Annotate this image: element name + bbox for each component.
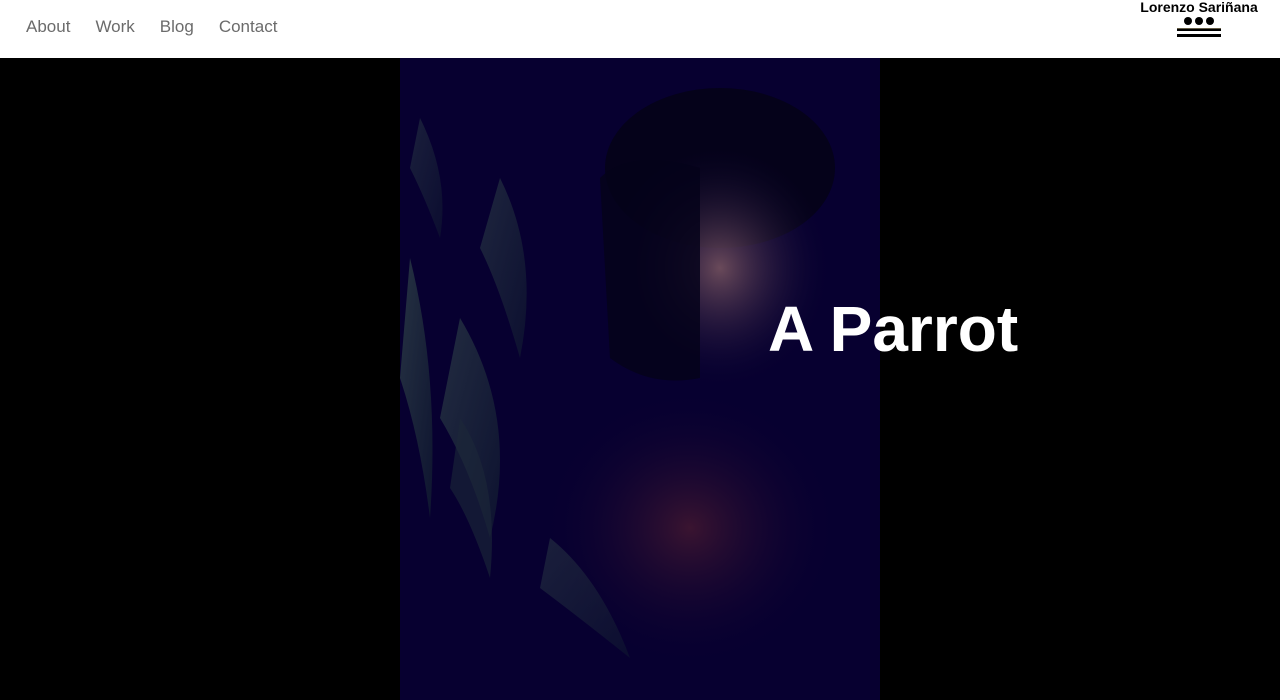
brand-name: Lorenzo Sariñana	[1140, 0, 1258, 15]
logo-icon	[1177, 17, 1221, 37]
top-header: About Work Blog Contact Lorenzo Sariñana	[0, 0, 1280, 58]
nav-contact-link[interactable]: Contact	[219, 17, 278, 37]
brand[interactable]: Lorenzo Sariñana	[1138, 0, 1260, 42]
nav-blog-link[interactable]: Blog	[160, 17, 194, 37]
hero-stage: A Parrot	[0, 58, 1280, 700]
nav-about-link[interactable]: About	[26, 17, 70, 37]
hero-title: A Parrot	[768, 293, 1019, 365]
nav-work-link[interactable]: Work	[95, 17, 134, 37]
main-nav: About Work Blog Contact	[26, 17, 302, 37]
portrait-photo	[400, 58, 880, 700]
